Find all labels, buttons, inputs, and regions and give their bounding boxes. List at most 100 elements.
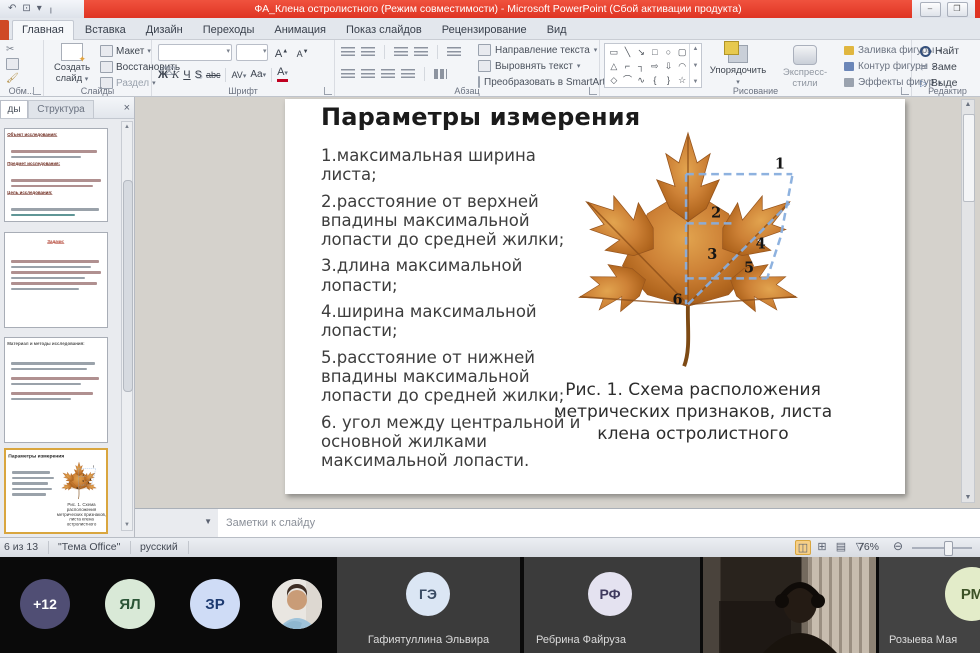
undo-icon[interactable]: ↶ (8, 4, 16, 14)
shape-icon[interactable]: ◠ (675, 59, 689, 73)
shape-icon[interactable]: ╲ (621, 45, 635, 59)
current-slide[interactable]: Параметры измерения 1.максимальная ширин… (285, 99, 905, 494)
redo-icon[interactable]: ⊡ (22, 4, 30, 14)
layout-button[interactable]: Макет▾ (100, 45, 151, 57)
format-painter-icon[interactable]: 🖌︎ (6, 73, 19, 84)
shape-icon[interactable]: △ (607, 59, 621, 73)
cut-icon[interactable]: ✂ (6, 44, 19, 55)
grow-font-button[interactable]: А▲ (275, 48, 288, 60)
align-center-icon[interactable] (361, 69, 375, 79)
participant-avatar[interactable]: ЯЛ (105, 579, 155, 629)
maximize-button[interactable]: ❒ (947, 2, 968, 17)
tab-slides[interactable]: ды (0, 100, 28, 118)
tab-insert[interactable]: Вставка (76, 20, 135, 40)
font-dialog-launcher-icon[interactable] (324, 87, 332, 95)
scrollbar-thumb[interactable] (123, 180, 133, 392)
shape-icon[interactable]: { (648, 73, 662, 87)
language-indicator[interactable]: русский (140, 538, 178, 557)
zoom-level[interactable]: 76% (858, 538, 879, 557)
reading-view-icon[interactable]: ▤ (833, 540, 849, 555)
scrollbar-thumb[interactable] (963, 114, 975, 202)
arrange-button[interactable]: Упорядочить ▾ (708, 43, 768, 87)
align-text-button[interactable]: Выровнять текст▾ (478, 60, 598, 72)
character-spacing-button[interactable]: AV▾ (231, 70, 246, 80)
tab-review[interactable]: Рецензирование (433, 20, 536, 40)
shape-icon[interactable]: ▭ (607, 45, 621, 59)
text-direction-button[interactable]: Направление текста▾ (478, 44, 598, 56)
notes-pane[interactable]: Заметки к слайду (218, 508, 980, 537)
zoom-out-icon[interactable]: ⊖ (893, 539, 903, 553)
slide-thumbnail-4-selected[interactable]: Параметры измерения Рис. 1. Схема распол… (4, 448, 108, 534)
justify-icon[interactable] (401, 69, 415, 79)
slide-thumbnail-2[interactable]: Задачи: (4, 232, 108, 328)
text-shadow-button[interactable]: S (195, 69, 202, 81)
tab-file[interactable] (0, 20, 9, 40)
qat-dropdown-icon[interactable]: ▾ (37, 4, 42, 14)
tab-home[interactable]: Главная (12, 20, 74, 40)
new-slide-button[interactable]: Создать слайд ▾ (48, 42, 96, 88)
strikethrough-button[interactable]: abc (206, 70, 221, 80)
participant-tile[interactable]: РФ Ребрина Файруза (524, 557, 700, 653)
shape-icon[interactable]: ⌒ (621, 73, 635, 87)
clipboard-dialog-launcher-icon[interactable] (33, 87, 41, 95)
zoom-slider-track[interactable] (912, 547, 972, 549)
shape-icon[interactable]: ∿ (634, 73, 648, 87)
font-color-button[interactable]: А▾ (277, 67, 288, 82)
numbering-icon[interactable] (361, 47, 375, 57)
font-size-combo[interactable] (236, 44, 268, 61)
participant-tile[interactable]: РМ Розыева Мая (879, 557, 980, 653)
participant-avatar[interactable]: ЗР (190, 579, 240, 629)
bold-button[interactable]: Ж (158, 69, 168, 81)
copy-icon[interactable] (6, 58, 19, 70)
shape-icon[interactable]: ⇩ (662, 59, 676, 73)
bullets-icon[interactable] (341, 47, 355, 57)
quick-styles-button[interactable]: Экспресс-стили (772, 43, 838, 89)
tab-outline[interactable]: Структура (28, 100, 94, 118)
overflow-participants-badge[interactable]: +12 (20, 579, 70, 629)
shapes-gallery[interactable]: ▭ ╲ ↘ □ ○ ▢ △ ⌐ ┐ ⇨ ⇩ ◠ ◇ ⌒ ∿ (604, 43, 702, 88)
italic-button[interactable]: К (172, 69, 179, 81)
shape-icon[interactable]: ↘ (634, 45, 648, 59)
tab-design[interactable]: Дизайн (137, 20, 192, 40)
columns-icon[interactable] (434, 69, 447, 79)
find-button[interactable]: Найт (920, 45, 959, 57)
participant-photo-avatar[interactable] (272, 579, 322, 629)
align-right-icon[interactable] (381, 69, 395, 79)
normal-view-icon[interactable]: ◫ (795, 540, 811, 555)
shape-icon[interactable]: ⇨ (648, 59, 662, 73)
change-case-button[interactable]: Aa▾ (250, 69, 266, 80)
shape-icon[interactable]: ⌐ (621, 59, 635, 73)
shape-icon[interactable]: } (662, 73, 676, 87)
slides-panel-scrollbar[interactable]: ▲ ▼ (121, 121, 133, 531)
shrink-font-button[interactable]: А▼ (297, 49, 309, 59)
shape-icon[interactable]: ☆ (675, 73, 689, 87)
paragraph-dialog-launcher-icon[interactable] (589, 87, 597, 95)
slide-thumbnail-1[interactable]: Объект исследования: Предмет исследовани… (4, 128, 108, 222)
underline-button[interactable]: Ч (183, 69, 190, 81)
close-button[interactable] (975, 0, 980, 18)
minimize-button[interactable]: – (920, 2, 941, 17)
tab-slideshow[interactable]: Показ слайдов (337, 20, 431, 40)
shape-icon[interactable]: ◇ (607, 73, 621, 87)
decrease-indent-icon[interactable] (394, 47, 408, 57)
theme-name[interactable]: "Тема Office" (58, 538, 120, 557)
line-spacing-icon[interactable] (447, 47, 461, 57)
slide-scrollbar[interactable]: ▲ ▼ (961, 99, 975, 503)
increase-indent-icon[interactable] (414, 47, 428, 57)
shape-icon[interactable]: ┐ (634, 59, 648, 73)
zoom-slider-thumb[interactable] (944, 541, 953, 556)
slide-thumbnail-3[interactable]: Материал и методы исследования: (4, 337, 108, 443)
shape-icon[interactable]: □ (648, 45, 662, 59)
replace-button[interactable]: ⇄ Заме (920, 61, 957, 73)
tab-transitions[interactable]: Переходы (194, 20, 264, 40)
shape-icon[interactable]: ○ (662, 45, 676, 59)
participant-tile[interactable]: ГЭ Гафиятуллина Эльвира (337, 557, 520, 653)
font-name-combo[interactable] (158, 44, 232, 61)
close-panel-icon[interactable]: × (124, 101, 130, 115)
tab-animations[interactable]: Анимация (265, 20, 335, 40)
align-left-icon[interactable] (341, 69, 355, 79)
drawing-dialog-launcher-icon[interactable] (901, 87, 909, 95)
slide-sorter-icon[interactable]: ⊞ (814, 540, 830, 555)
shape-icon[interactable]: ▢ (675, 45, 689, 59)
participant-video-tile[interactable] (703, 557, 876, 653)
